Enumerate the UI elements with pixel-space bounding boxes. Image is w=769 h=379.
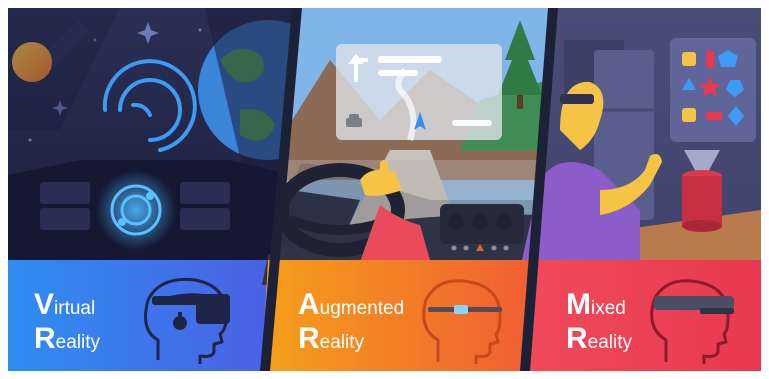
mr-rest-top: ixed: [591, 298, 626, 319]
ar-initial-top: A: [298, 288, 320, 321]
mr-panel: [522, 8, 761, 371]
ar-initial-bottom: R: [298, 322, 320, 355]
vr-initial-top: V: [34, 288, 55, 321]
vr-initial-bottom: R: [34, 322, 56, 355]
ar-label: Augmented Reality: [298, 290, 404, 358]
mr-initial-top: M: [566, 288, 591, 321]
mr-label-band: [522, 260, 761, 371]
vr-rest-top: irtual: [54, 298, 96, 319]
navigation-hud: [336, 44, 502, 141]
air-vents: [440, 204, 524, 244]
vr-rest-bottom: eality: [55, 332, 101, 353]
hologram-shapes-panel: [670, 38, 756, 142]
mr-headset-visor: [654, 296, 734, 310]
mr-initial-bottom: R: [566, 322, 588, 355]
ar-rest-top: ugmented: [319, 298, 405, 319]
mr-rest-bottom: eality: [587, 332, 633, 353]
mr-label: Mixed Reality: [566, 290, 632, 358]
vr-label: Virtual Reality: [34, 290, 100, 358]
ar-rest-bottom: eality: [319, 332, 365, 353]
smart-glasses-lens: [454, 305, 468, 314]
xr-comparison-banner: Virtual Reality Augmented Reality Mixed …: [0, 0, 769, 379]
